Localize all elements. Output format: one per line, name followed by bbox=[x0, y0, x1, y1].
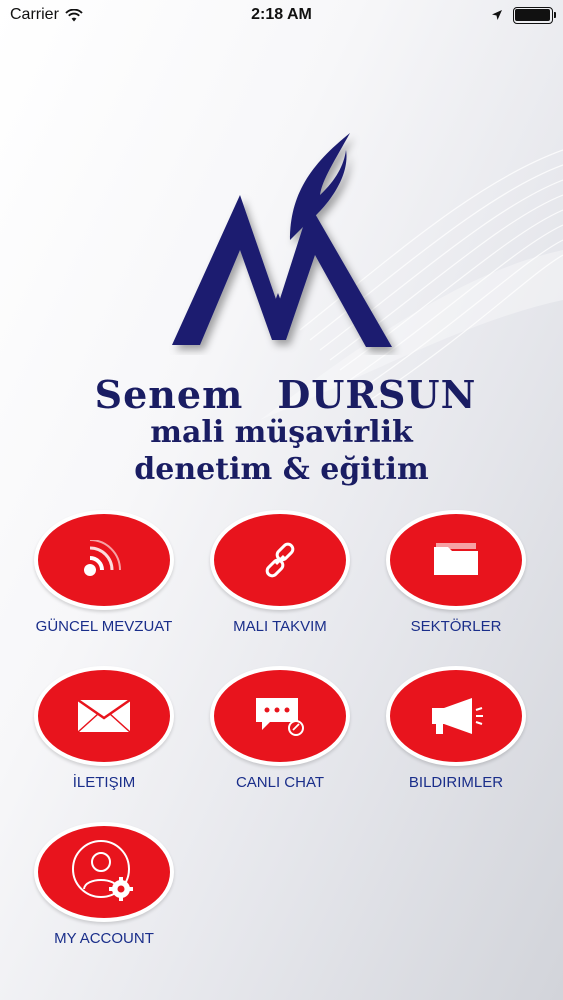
folder-icon bbox=[434, 543, 478, 575]
tile-circle[interactable] bbox=[210, 510, 350, 610]
location-arrow-icon bbox=[491, 10, 502, 20]
user-settings-icon bbox=[72, 840, 133, 901]
brand-last-name: DURSUN bbox=[277, 372, 477, 417]
carrier-label: Carrier bbox=[10, 6, 59, 23]
tile-circle[interactable] bbox=[34, 666, 174, 766]
tile-iletisim[interactable]: İLETIŞIM bbox=[16, 666, 192, 791]
tile-guncel-mevzuat[interactable]: GÜNCEL MEVZUAT bbox=[16, 510, 192, 635]
tile-label: İLETIŞIM bbox=[72, 774, 136, 791]
brand-tagline-2: denetim & eğitim bbox=[134, 452, 429, 487]
link-icon bbox=[265, 542, 295, 578]
tile-mali-takvim[interactable]: MALI TAKVIM bbox=[192, 510, 368, 635]
status-left: Carrier bbox=[10, 6, 170, 24]
brand-name: Senem DURSUN bbox=[8, 372, 563, 417]
tile-label: CANLI CHAT bbox=[235, 774, 325, 791]
rss-icon bbox=[84, 540, 121, 576]
megaphone-icon bbox=[432, 698, 483, 734]
tile-label: MY ACCOUNT bbox=[54, 930, 154, 947]
tile-canli-chat[interactable]: CANLI CHAT bbox=[192, 666, 368, 791]
tile-bildirimler[interactable]: BILDIRIMLER bbox=[368, 666, 544, 791]
company-logo-icon bbox=[172, 133, 392, 347]
tile-circle[interactable] bbox=[386, 666, 526, 766]
tile-circle[interactable] bbox=[34, 822, 174, 922]
tile-circle[interactable] bbox=[210, 666, 350, 766]
status-bar: Carrier 2:18 AM bbox=[0, 0, 563, 30]
chat-icon bbox=[256, 698, 304, 736]
wifi-icon bbox=[65, 8, 83, 21]
tile-circle[interactable] bbox=[386, 510, 526, 610]
envelope-icon bbox=[77, 698, 131, 733]
tile-label: GÜNCEL MEVZUAT bbox=[35, 618, 173, 635]
battery-icon bbox=[512, 6, 556, 24]
brand-tagline-1: mali müşavirlik bbox=[150, 415, 413, 450]
tile-label: SEKTÖRLER bbox=[410, 618, 502, 635]
tile-label: MALI TAKVIM bbox=[233, 618, 327, 635]
status-time: 2:18 AM bbox=[251, 6, 312, 23]
tile-sektorler[interactable]: SEKTÖRLER bbox=[368, 510, 544, 635]
battery-fill bbox=[515, 9, 551, 21]
tile-circle[interactable] bbox=[34, 510, 174, 610]
tile-my-account[interactable]: MY ACCOUNT bbox=[16, 822, 192, 947]
brand-block: Senem DURSUN mali müşavirlik denetim & e… bbox=[0, 372, 563, 487]
status-right bbox=[393, 6, 556, 24]
tile-label: BILDIRIMLER bbox=[408, 774, 504, 791]
brand-first-name: Senem bbox=[94, 372, 244, 417]
